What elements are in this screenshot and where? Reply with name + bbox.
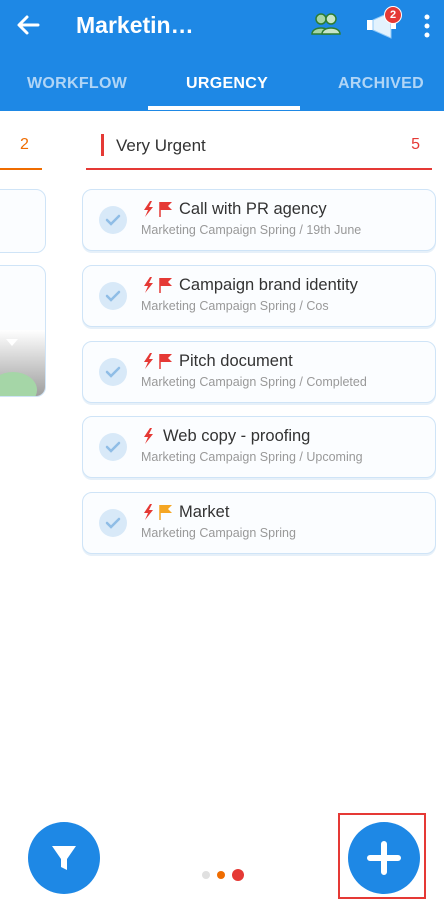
- page-dot: [217, 871, 225, 879]
- tab-archived[interactable]: ARCHIVED: [338, 75, 424, 93]
- back-arrow-icon[interactable]: [14, 10, 42, 40]
- task-title: Market: [179, 503, 230, 521]
- filter-icon: [52, 846, 76, 870]
- column-count: 5: [411, 136, 420, 153]
- card-image: [0, 330, 45, 396]
- notification-badge: 2: [384, 6, 402, 24]
- complete-check-icon[interactable]: [99, 282, 127, 310]
- left-column-count: 2: [20, 136, 29, 153]
- task-title: Campaign brand identity: [179, 276, 358, 294]
- active-tab-indicator: [148, 106, 300, 110]
- urgency-flag-icons: [144, 504, 172, 520]
- left-column-card[interactable]: [0, 265, 46, 397]
- column-underline: [86, 168, 432, 170]
- highlight-box: [338, 813, 426, 899]
- urgency-bolt-icon: [144, 428, 153, 444]
- urgency-flag-icons: [144, 277, 172, 293]
- complete-check-icon[interactable]: [99, 206, 127, 234]
- urgency-flag-icons: [144, 353, 172, 369]
- column-header: Very Urgent 5: [86, 128, 432, 170]
- urgency-flag-icons: [144, 201, 172, 217]
- left-column-underline: [0, 168, 42, 170]
- page-dot-active: [232, 869, 244, 881]
- left-column-card[interactable]: [0, 189, 46, 253]
- task-card[interactable]: Campaign brand identity Marketing Campai…: [82, 265, 436, 327]
- page-title: Marketin…: [76, 12, 194, 38]
- tab-urgency[interactable]: URGENCY: [186, 75, 268, 93]
- task-card[interactable]: Market Marketing Campaign Spring: [82, 492, 436, 554]
- task-subtitle: Marketing Campaign Spring / Cos: [141, 299, 329, 313]
- task-title: Web copy - proofing: [163, 427, 311, 445]
- team-icon[interactable]: [310, 10, 342, 40]
- app-bar: Marketin… 2 WORKFLOW URGENCY ARCHIVED: [0, 0, 444, 111]
- complete-check-icon[interactable]: [99, 509, 127, 537]
- task-card[interactable]: Call with PR agency Marketing Campaign S…: [82, 189, 436, 251]
- task-card[interactable]: Pitch document Marketing Campaign Spring…: [82, 341, 436, 403]
- task-card[interactable]: Web copy - proofing Marketing Campaign S…: [82, 416, 436, 478]
- task-subtitle: Marketing Campaign Spring / Completed: [141, 375, 367, 389]
- tab-bar: WORKFLOW URGENCY ARCHIVED: [0, 64, 444, 110]
- complete-check-icon[interactable]: [99, 433, 127, 461]
- task-title: Pitch document: [179, 352, 293, 370]
- task-title: Call with PR agency: [179, 200, 327, 218]
- complete-check-icon[interactable]: [99, 358, 127, 386]
- urgency-bar: [101, 134, 104, 156]
- task-subtitle: Marketing Campaign Spring / 19th June: [141, 223, 362, 237]
- page-dot: [202, 871, 210, 879]
- task-subtitle: Marketing Campaign Spring / Upcoming: [141, 450, 363, 464]
- more-options-icon[interactable]: [423, 14, 431, 38]
- tab-workflow[interactable]: WORKFLOW: [27, 75, 127, 93]
- task-subtitle: Marketing Campaign Spring: [141, 526, 296, 540]
- filter-button[interactable]: [28, 822, 100, 894]
- column-name: Very Urgent: [116, 136, 206, 155]
